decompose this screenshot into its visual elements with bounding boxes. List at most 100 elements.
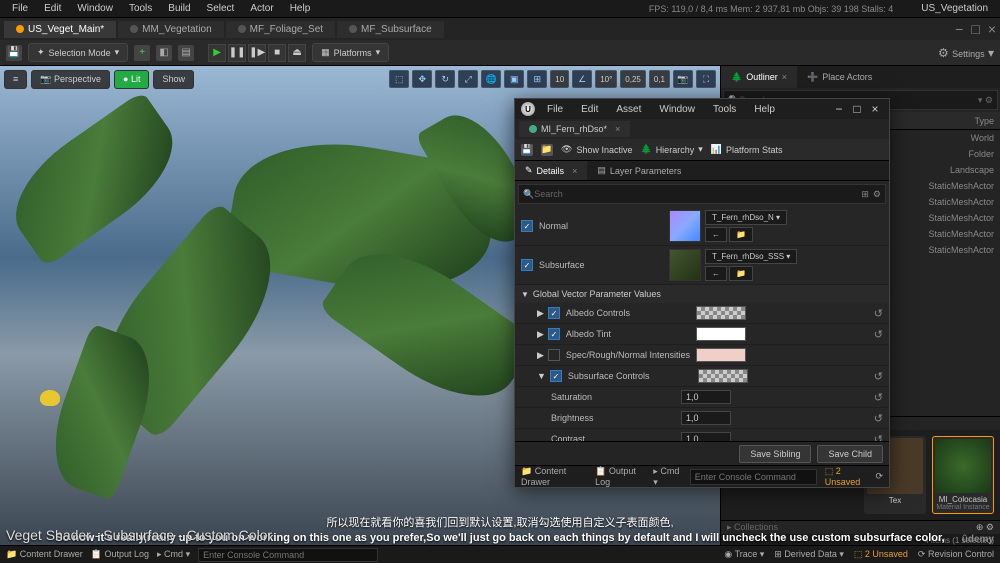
stop-button[interactable]: ■ [268, 44, 286, 62]
unsaved-badge[interactable]: ⬚ 2 Unsaved [825, 466, 870, 487]
details-body[interactable]: Normal T_Fern_rhDso_N ▾ ←📁 Subsurface T_… [515, 207, 889, 441]
normal-texture-thumb[interactable] [669, 210, 701, 242]
revision-control-button[interactable]: ⟳ Revision Control [918, 549, 994, 560]
tab-outliner[interactable]: 🌲 Outliner × [721, 66, 797, 88]
menu-file[interactable]: File [4, 3, 36, 14]
menu-help[interactable]: Help [282, 3, 319, 14]
console-input[interactable] [198, 548, 378, 562]
save-icon[interactable]: 💾 [6, 45, 22, 61]
transform-select-icon[interactable]: ⬚ [389, 70, 409, 88]
lit-dropdown[interactable]: ● Lit [114, 70, 149, 89]
output-log-button[interactable]: 📋 Output Log [595, 466, 645, 487]
details-search[interactable]: 🔍 Search ⊞⚙ [518, 184, 886, 204]
angle-size[interactable]: 10° [595, 70, 617, 88]
cmd-dropdown[interactable]: ▸ Cmd ▾ [653, 466, 681, 488]
contrast-input[interactable] [681, 432, 731, 441]
param-albedo-tint[interactable]: ▶Albedo Tint↺ [515, 324, 889, 345]
scale-snap[interactable]: 0,25 [620, 70, 646, 88]
coord-world-icon[interactable]: 🌐 [481, 70, 501, 88]
grid-snap-icon[interactable]: ⊞ [527, 70, 547, 88]
transform-move-icon[interactable]: ✥ [412, 70, 432, 88]
perspective-dropdown[interactable]: 📷 Perspective [31, 70, 110, 89]
param-albedo-controls[interactable]: ▶Albedo Controls↺ [515, 303, 889, 324]
normal-checkbox[interactable] [521, 220, 533, 232]
menu-build[interactable]: Build [160, 3, 198, 14]
angle-snap-icon[interactable]: ∠ [572, 70, 592, 88]
sub-controls-swatch[interactable] [698, 369, 748, 383]
popup-menu-help[interactable]: Help [748, 104, 781, 115]
param-subsurface-controls[interactable]: ▼Subsurface Controls↺ [515, 366, 889, 387]
platforms-dropdown[interactable]: ▦ Platforms ▾ [312, 43, 389, 62]
console-input[interactable] [690, 469, 817, 485]
grid-view-icon[interactable]: ⊞ [861, 189, 869, 200]
menu-tools[interactable]: Tools [121, 3, 160, 14]
transform-rotate-icon[interactable]: ↻ [435, 70, 455, 88]
popup-menu-asset[interactable]: Asset [610, 104, 647, 115]
trace-button[interactable]: ◉ Trace ▾ [724, 549, 764, 560]
brightness-input[interactable] [681, 411, 731, 425]
settings-icon[interactable]: ⚙ [873, 189, 881, 200]
param-spec-rough-normal[interactable]: ▶Spec/Rough/Normal Intensities [515, 345, 889, 366]
saturation-input[interactable] [681, 390, 731, 404]
transform-scale-icon[interactable]: ⤢ [458, 70, 478, 88]
reset-icon[interactable]: ↺ [874, 307, 883, 320]
save-sibling-button[interactable]: Save Sibling [739, 445, 811, 463]
albedo-tint-swatch[interactable] [696, 327, 746, 341]
play-button[interactable]: ▶ [208, 44, 226, 62]
popup-tab-material[interactable]: MI_Fern_rhDso*× [519, 121, 630, 137]
tab-foliage-set[interactable]: MF_Foliage_Set [226, 21, 335, 38]
minimize-button[interactable]: − [955, 21, 963, 37]
hierarchy-dropdown[interactable]: 🌲 Hierarchy ▾ [640, 144, 702, 155]
reset-icon[interactable]: ↺ [874, 433, 883, 442]
albedo-controls-swatch[interactable] [696, 306, 746, 320]
srn-swatch[interactable] [696, 348, 746, 362]
menu-window[interactable]: Window [69, 3, 121, 14]
show-dropdown[interactable]: Show [153, 70, 194, 89]
pause-button[interactable]: ❚❚ [228, 44, 246, 62]
popup-menu-window[interactable]: Window [653, 104, 701, 115]
unsaved-badge[interactable]: ⬚ 2 Unsaved [854, 549, 908, 560]
subsurface-texture-thumb[interactable] [669, 249, 701, 281]
reset-icon[interactable]: ↺ [874, 370, 883, 383]
use-icon[interactable]: ← [705, 266, 727, 281]
platform-stats-button[interactable]: 📊 Platform Stats [711, 144, 783, 155]
frame-skip-button[interactable]: ❚▶ [248, 44, 266, 62]
maximize-viewport-icon[interactable]: ⛶ [696, 70, 716, 88]
sub-controls-checkbox[interactable] [550, 370, 562, 382]
surface-snap-icon[interactable]: ▣ [504, 70, 524, 88]
menu-select[interactable]: Select [199, 3, 243, 14]
tab-main[interactable]: US_Veget_Main* [4, 21, 116, 38]
show-inactive-toggle[interactable]: 👁 Show Inactive [561, 144, 632, 155]
content-drawer-button[interactable]: 📁 Content Drawer [521, 466, 587, 487]
blueprint-icon[interactable]: ◧ [156, 45, 172, 61]
menu-edit[interactable]: Edit [36, 3, 69, 14]
popup-menu-edit[interactable]: Edit [575, 104, 604, 115]
viewport-options[interactable]: ≡ [4, 70, 27, 89]
save-child-button[interactable]: Save Child [817, 445, 883, 463]
tab-subsurface[interactable]: MF_Subsurface [337, 21, 444, 38]
save-button[interactable]: 💾 [521, 144, 533, 156]
rc-icon[interactable]: ⟳ [875, 471, 883, 482]
close-button[interactable]: × [988, 21, 996, 37]
popup-close-button[interactable]: × [867, 102, 883, 116]
tab-details[interactable]: ✎ Details× [515, 161, 587, 180]
cmd-dropdown[interactable]: ▸ Cmd ▾ [157, 549, 190, 560]
reset-icon[interactable]: ↺ [874, 328, 883, 341]
derived-data-button[interactable]: ⊞ Derived Data ▾ [774, 549, 844, 560]
browse-icon[interactable]: 📁 [729, 227, 753, 242]
albedo-controls-checkbox[interactable] [548, 307, 560, 319]
normal-texture-dropdown[interactable]: T_Fern_rhDso_N ▾ [705, 210, 787, 225]
tab-place-actors[interactable]: ➕ Place Actors [797, 66, 882, 88]
camera-speed[interactable]: 0,1 [649, 70, 670, 88]
eject-button[interactable]: ⏏ [288, 44, 306, 62]
grid-size[interactable]: 10 [550, 70, 569, 88]
selection-mode-dropdown[interactable]: ✦ Selection Mode ▾ [28, 43, 128, 62]
asset-tile-colocasia[interactable]: MI_Colocasia Material Instance [932, 436, 994, 514]
reset-icon[interactable]: ↺ [874, 412, 883, 425]
popup-menu-tools[interactable]: Tools [707, 104, 742, 115]
srn-checkbox[interactable] [548, 349, 560, 361]
tab-mm-vegetation[interactable]: MM_Vegetation [118, 21, 224, 38]
reset-icon[interactable]: ↺ [874, 391, 883, 404]
settings-dropdown[interactable]: ⚙ Settings ▾ [938, 46, 994, 60]
browse-button[interactable]: 📁 [541, 144, 553, 156]
